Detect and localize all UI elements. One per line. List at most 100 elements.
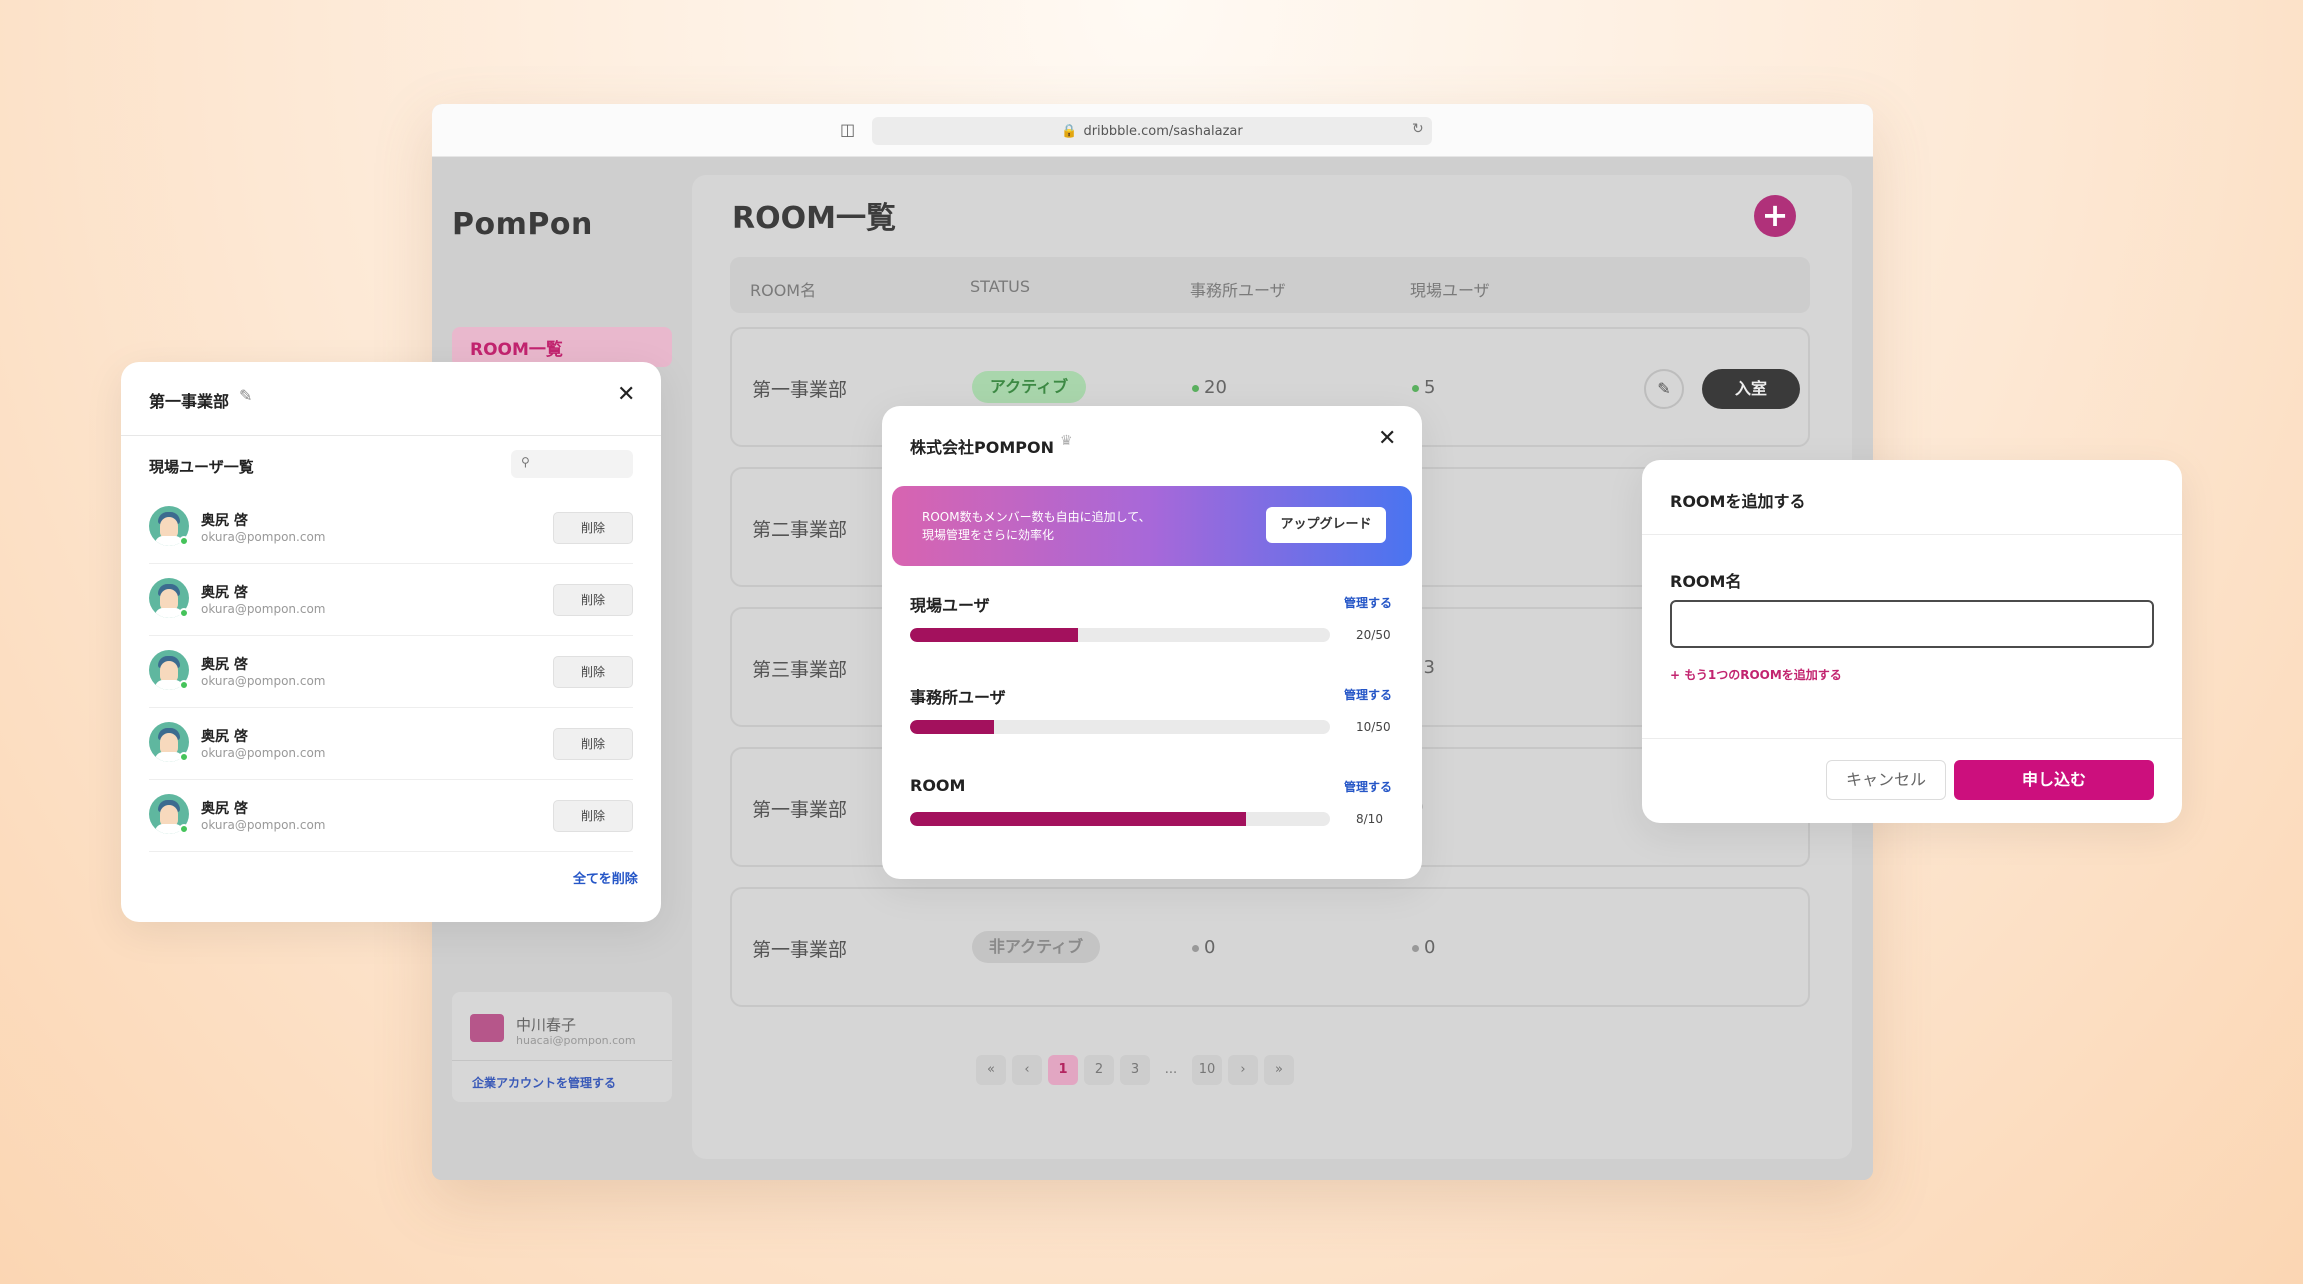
metric-value: 20/50 <box>1356 628 1391 642</box>
list-item: 奥尻 啓 okura@pompon.com 削除 <box>149 636 633 708</box>
manage-link[interactable]: 管理する <box>1344 778 1392 795</box>
status-badge: 非アクティブ <box>972 931 1100 963</box>
banner-text: ROOM数もメンバー数も自由に追加して、 現場管理をさらに効率化 <box>922 510 1151 542</box>
room-name: 第二事業部 <box>752 519 848 541</box>
enter-room-button[interactable]: 入室 <box>1702 369 1800 409</box>
delete-button[interactable]: 削除 <box>553 512 633 544</box>
online-indicator <box>179 536 189 546</box>
search-icon: ⚲ <box>521 455 530 469</box>
section-title: 現場ユーザ一覧 <box>149 458 254 476</box>
crown-icon: ♛ <box>1060 433 1073 449</box>
room-name: 第一事業部 <box>752 799 848 821</box>
delete-button[interactable]: 削除 <box>553 800 633 832</box>
sidebar-item-room-list[interactable]: ROOM一覧 <box>452 327 672 367</box>
user-name: 奥尻 啓 <box>201 729 248 745</box>
room-name-input[interactable] <box>1670 600 2154 648</box>
plan-usage-dialog: 株式会社POMPON ♛ ✕ ROOM数もメンバー数も自由に追加して、 現場管理… <box>882 406 1422 879</box>
office-count: 0 <box>1192 937 1215 958</box>
field-count: 0 <box>1412 937 1435 958</box>
member-list-dialog: 第一事業部 ✎ ✕ 現場ユーザ一覧 ⚲ 奥尻 啓 okura@pompon.co… <box>121 362 661 922</box>
next-page-button[interactable]: › <box>1228 1055 1258 1085</box>
column-header: STATUS <box>970 277 1031 296</box>
pagination: « ‹ 1 2 3 ... 10 › » <box>976 1055 1294 1085</box>
user-email: okura@pompon.com <box>201 818 326 832</box>
office-count: 20 <box>1192 377 1227 398</box>
upgrade-banner: ROOM数もメンバー数も自由に追加して、 現場管理をさらに効率化 アップグレード <box>892 486 1412 566</box>
delete-button[interactable]: 削除 <box>553 728 633 760</box>
delete-button[interactable]: 削除 <box>553 656 633 688</box>
browser-toolbar: ◫ 🔒 dribbble.com/sashalazar ↻ <box>432 104 1873 157</box>
account-email: huacai@pompon.com <box>516 1034 636 1047</box>
progress-track <box>910 628 1330 642</box>
upgrade-button[interactable]: アップグレード <box>1266 507 1386 543</box>
search-input[interactable]: ⚲ <box>511 450 633 478</box>
account-name: 中川春子 <box>516 1016 577 1034</box>
progress-fill <box>910 720 994 734</box>
account-avatar <box>470 1014 504 1042</box>
cancel-button[interactable]: キャンセル <box>1826 760 1946 800</box>
column-header: ROOM名 <box>750 281 817 300</box>
first-page-button[interactable]: « <box>976 1055 1006 1085</box>
page-button[interactable]: 2 <box>1084 1055 1114 1085</box>
dialog-title: 第一事業部 <box>149 392 230 411</box>
user-email: okura@pompon.com <box>201 530 326 544</box>
user-name: 奥尻 啓 <box>201 657 248 673</box>
lock-icon: 🔒 <box>1061 123 1078 139</box>
column-header: 現場ユーザ <box>1410 281 1490 300</box>
column-header: 事務所ユーザ <box>1190 281 1286 300</box>
user-email: okura@pompon.com <box>201 674 326 688</box>
metric-value: 8/10 <box>1356 812 1383 826</box>
user-email: okura@pompon.com <box>201 602 326 616</box>
progress-fill <box>910 812 1246 826</box>
metric-label: ROOM <box>910 776 966 795</box>
field-count: 5 <box>1412 377 1435 398</box>
page-ellipsis: ... <box>1164 1062 1178 1077</box>
progress-track <box>910 812 1330 826</box>
page-button[interactable]: 3 <box>1120 1055 1150 1085</box>
manage-account-link[interactable]: 企業アカウントを管理する <box>472 1074 616 1091</box>
page-button[interactable]: 10 <box>1192 1055 1222 1085</box>
close-icon[interactable]: ✕ <box>617 382 635 407</box>
edit-icon[interactable]: ✎ <box>1644 369 1684 409</box>
account-card: 中川春子 huacai@pompon.com 企業アカウントを管理する <box>452 992 672 1102</box>
online-indicator <box>179 680 189 690</box>
edit-icon[interactable]: ✎ <box>239 386 252 405</box>
page-button[interactable]: 1 <box>1048 1055 1078 1085</box>
address-bar[interactable]: 🔒 dribbble.com/sashalazar <box>872 117 1432 145</box>
metric-label: 事務所ユーザ <box>910 688 1006 707</box>
url-text: dribbble.com/sashalazar <box>1083 123 1243 139</box>
reload-icon[interactable]: ↻ <box>1412 121 1424 137</box>
usage-metric: ROOM 管理する 8/10 <box>910 776 1394 846</box>
list-item: 奥尻 啓 okura@pompon.com 削除 <box>149 708 633 780</box>
usage-metric: 事務所ユーザ 管理する 10/50 <box>910 684 1394 754</box>
divider <box>1642 738 2182 739</box>
user-name: 奥尻 啓 <box>201 585 248 601</box>
manage-link[interactable]: 管理する <box>1344 686 1392 703</box>
metric-label: 現場ユーザ <box>910 596 990 615</box>
online-indicator <box>179 608 189 618</box>
progress-fill <box>910 628 1078 642</box>
room-name: 第三事業部 <box>752 659 848 681</box>
shield-icon[interactable]: ◫ <box>840 121 856 139</box>
add-room-button[interactable]: + <box>1754 195 1796 237</box>
table-row[interactable]: 第一事業部 非アクティブ 0 0 <box>730 887 1810 1007</box>
progress-track <box>910 720 1330 734</box>
divider <box>1642 534 2182 535</box>
room-name: 第一事業部 <box>752 379 848 401</box>
prev-page-button[interactable]: ‹ <box>1012 1055 1042 1085</box>
field-label: ROOM名 <box>1670 572 1742 591</box>
delete-all-link[interactable]: 全てを削除 <box>573 868 638 887</box>
close-icon[interactable]: ✕ <box>1378 426 1396 451</box>
submit-button[interactable]: 申し込む <box>1954 760 2154 800</box>
delete-button[interactable]: 削除 <box>553 584 633 616</box>
app-logo: PomPon <box>452 207 593 242</box>
manage-link[interactable]: 管理する <box>1344 594 1392 611</box>
user-email: okura@pompon.com <box>201 746 326 760</box>
add-another-room-link[interactable]: + もう1つのROOMを追加する <box>1670 666 1842 683</box>
dialog-title: ROOMを追加する <box>1670 492 1806 511</box>
status-badge: アクティブ <box>972 371 1086 403</box>
usage-metric: 現場ユーザ 管理する 20/50 <box>910 592 1394 662</box>
list-item: 奥尻 啓 okura@pompon.com 削除 <box>149 564 633 636</box>
last-page-button[interactable]: » <box>1264 1055 1294 1085</box>
online-indicator <box>179 752 189 762</box>
